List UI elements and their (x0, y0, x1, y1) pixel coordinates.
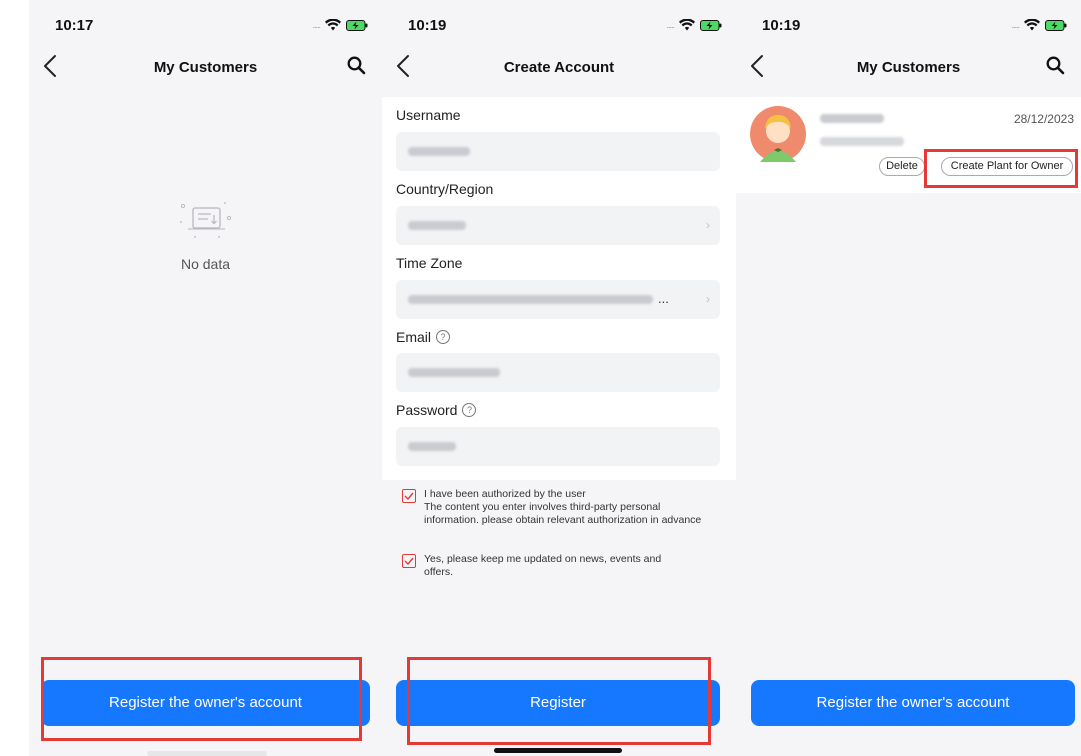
status-time: 10:19 (408, 17, 447, 34)
newsletter-text: Yes, please keep me updated on news, eve… (424, 553, 662, 578)
status-time: 10:17 (55, 17, 94, 34)
register-owner-account-button[interactable]: Register the owner's account (751, 680, 1075, 726)
page-title: Create Account (503, 59, 615, 76)
authorization-consent: I have been authorized by the user The c… (402, 488, 717, 527)
help-icon[interactable]: ? (436, 330, 451, 344)
page-title: My Customers (153, 59, 258, 76)
nav-bar: My Customers (736, 48, 1081, 88)
email-label-text: Email (396, 329, 432, 345)
create-plant-for-owner-button[interactable]: Create Plant for Owner (941, 157, 1073, 176)
home-indicator (494, 748, 622, 753)
empty-box-icon (179, 202, 231, 238)
blurred-value (408, 147, 470, 156)
country-region-label-text: Country/Region (396, 181, 494, 197)
search-icon[interactable] (1046, 56, 1065, 75)
blurred-value (408, 368, 500, 377)
authorization-checkbox[interactable] (402, 489, 416, 503)
created-date: 28/12/2023 (1013, 112, 1074, 126)
time-zone-label: Time Zone (396, 255, 462, 271)
screen-create-account: 10:19 ..... Create Account Username Coun… (382, 0, 736, 756)
help-icon[interactable]: ? (462, 403, 477, 417)
time-zone-select[interactable]: ... › (396, 280, 720, 319)
chevron-right-icon: › (706, 292, 710, 306)
email-label: Email? (396, 329, 451, 345)
create-account-form: Username Country/Region › Time Zone ... … (382, 97, 736, 480)
signal-icon: ..... (1011, 20, 1019, 30)
chevron-right-icon: › (706, 218, 710, 232)
screen-my-customers-list: 10:19 ..... My Customers 28/12/2023 Dele… (736, 0, 1081, 756)
check-icon (404, 492, 414, 500)
nav-bar: My Customers (29, 48, 382, 88)
delete-button[interactable]: Delete (879, 157, 925, 176)
customer-card[interactable]: 28/12/2023 Delete Create Plant for Owner (736, 97, 1081, 193)
battery-charging-icon (346, 19, 368, 31)
avatar (750, 106, 806, 162)
password-label: Password? (396, 402, 477, 418)
register-button[interactable]: Register (396, 680, 720, 726)
username-field[interactable] (396, 132, 720, 171)
nav-bar: Create Account (382, 48, 736, 88)
signal-icon: ..... (666, 20, 674, 30)
username-label: Username (396, 107, 461, 123)
search-icon[interactable] (347, 56, 366, 75)
password-label-text: Password (396, 402, 458, 418)
status-bar: 10:17 ..... (29, 0, 382, 44)
signal-icon: ..... (312, 20, 320, 30)
time-zone-label-text: Time Zone (396, 255, 463, 271)
email-field[interactable] (396, 353, 720, 392)
blurred-value (408, 295, 653, 304)
battery-charging-icon (1045, 19, 1067, 31)
newsletter-checkbox[interactable] (402, 554, 416, 568)
wifi-icon (1024, 19, 1040, 31)
status-bar: 10:19 ..... (382, 0, 736, 44)
wifi-icon (325, 19, 341, 31)
status-bar: 10:19 ..... (736, 0, 1081, 44)
page-title: My Customers (856, 59, 961, 76)
blurred-value (408, 221, 466, 230)
newsletter-consent: Yes, please keep me updated on news, eve… (402, 553, 682, 579)
wifi-icon (679, 19, 695, 31)
blurred-customer-email (820, 137, 904, 146)
battery-charging-icon (700, 19, 722, 31)
country-region-label: Country/Region (396, 181, 493, 197)
blurred-customer-name (820, 114, 884, 123)
register-owner-account-button[interactable]: Register the owner's account (41, 680, 370, 726)
blurred-value (408, 442, 456, 451)
country-region-select[interactable]: › (396, 206, 720, 245)
password-field[interactable] (396, 427, 720, 466)
ellipsis-text: ... (658, 291, 669, 306)
status-time: 10:19 (762, 17, 801, 34)
screen-my-customers-empty: 10:17 ..... My Customers No data Registe… (29, 0, 382, 756)
authorization-text: I have been authorized by the user The c… (424, 488, 702, 526)
home-indicator (147, 751, 267, 756)
empty-state: No data (29, 198, 382, 272)
check-icon (404, 557, 414, 565)
empty-text: No data (180, 256, 231, 272)
username-label-text: Username (396, 107, 461, 123)
